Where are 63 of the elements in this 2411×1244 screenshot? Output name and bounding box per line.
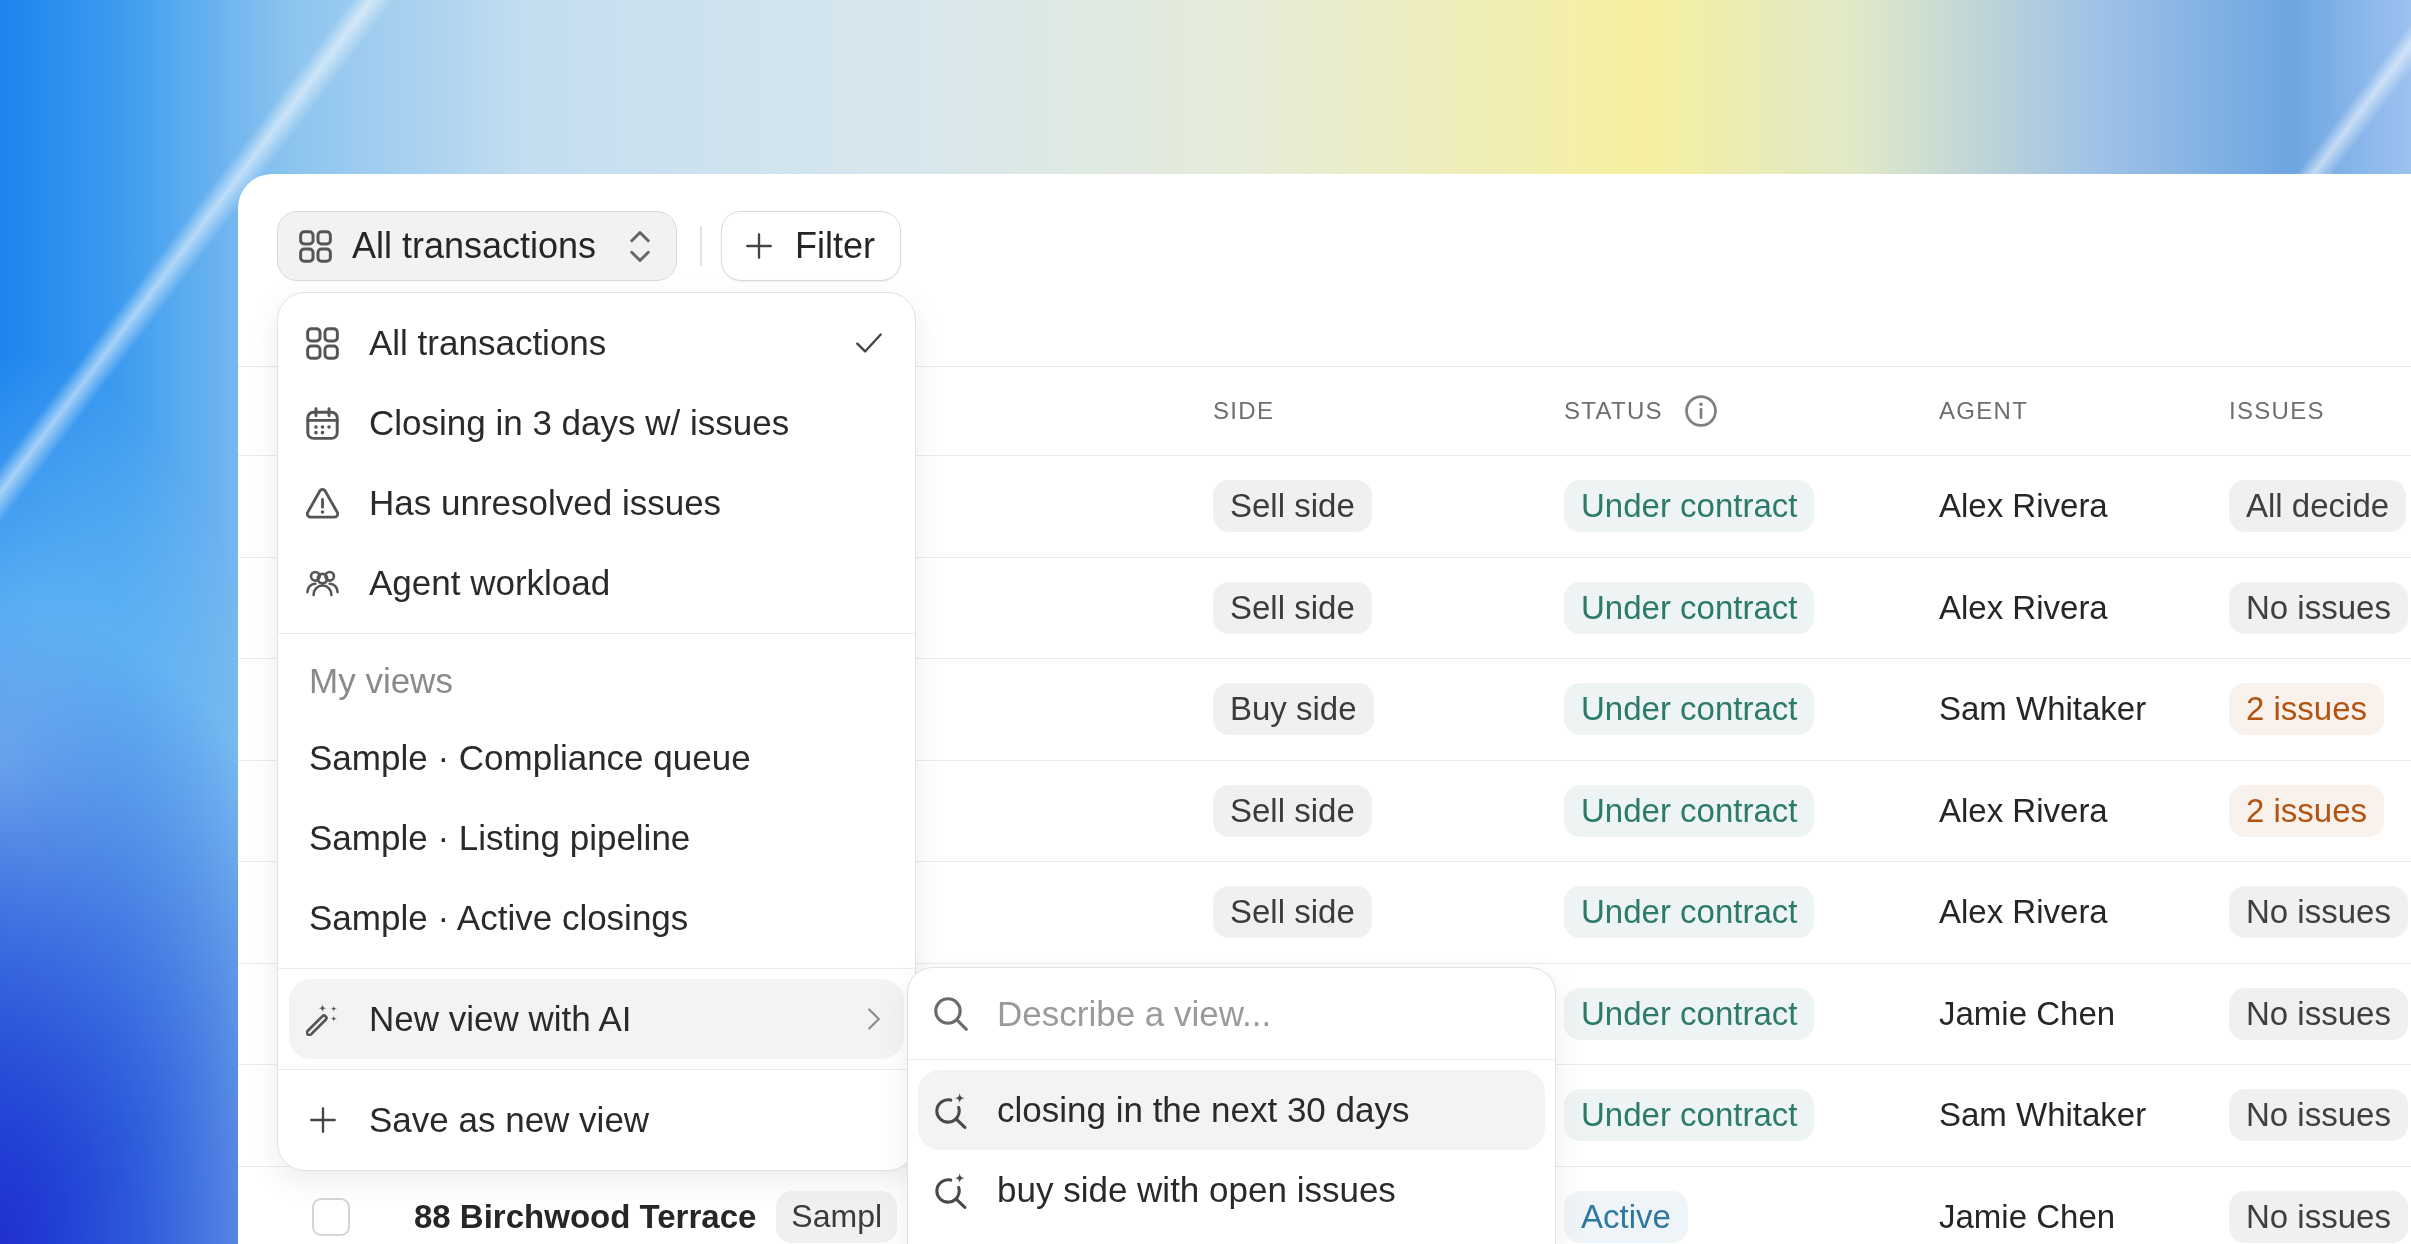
menu-item[interactable]: Agent workload: [289, 543, 904, 623]
side-tag: Sell side: [1213, 784, 1372, 837]
filter-button[interactable]: Filter: [721, 211, 902, 281]
status-tag: Under contract: [1564, 480, 1815, 533]
column-header: AGENT: [1939, 397, 2029, 425]
agent-name: Sam Whitaker: [1939, 1096, 2147, 1135]
suggestion-item[interactable]: closing in the next 30 days: [918, 1070, 1545, 1150]
suggestion-item[interactable]: buy side with open issues: [918, 1150, 1545, 1230]
sparkle-search-icon: [935, 1171, 967, 1209]
status-tag: Under contract: [1564, 581, 1815, 634]
search-icon: [934, 996, 968, 1031]
side-tag: Buy side: [1213, 683, 1374, 736]
issues-tag: No issues: [2229, 1089, 2408, 1142]
issues-tag: No issues: [2229, 581, 2408, 634]
menu-item[interactable]: Closing in 3 days w/ issues: [289, 383, 904, 463]
menu-item[interactable]: Sample · Compliance queue: [289, 718, 904, 798]
sparkle-search-icon: [935, 1091, 967, 1129]
magic-wand-icon: [306, 1002, 339, 1036]
menu-item[interactable]: Save as new view: [289, 1080, 904, 1160]
status-tag: Under contract: [1564, 683, 1815, 736]
agent-name: Alex Rivera: [1939, 487, 2108, 526]
property-address: 88 Birchwood Terrace: [414, 1197, 757, 1236]
status-tag: Under contract: [1564, 784, 1815, 837]
issues-tag: No issues: [2229, 1190, 2408, 1243]
column-header: SIDE: [1213, 397, 1275, 425]
up-down-chevron-icon: [630, 229, 651, 263]
agent-name: Alex Rivera: [1939, 893, 2108, 932]
row-checkbox[interactable]: [312, 1197, 350, 1236]
issues-tag: No issues: [2229, 886, 2408, 939]
grid-icon: [306, 326, 339, 360]
menu-item[interactable]: Sample · Active closings: [289, 878, 904, 958]
side-tag: Sell side: [1213, 886, 1372, 939]
issues-tag: 2 issues: [2229, 784, 2385, 837]
column-header: STATUS: [1564, 397, 1663, 425]
issues-tag: No issues: [2229, 987, 2408, 1040]
column-header: ISSUES: [2229, 397, 2325, 425]
agent-name: Jamie Chen: [1939, 994, 2116, 1033]
agent-name: Alex Rivera: [1939, 588, 2108, 627]
issues-tag: All decide: [2229, 480, 2407, 533]
menu-item[interactable]: Has unresolved issues: [289, 463, 904, 543]
grid-icon: [299, 229, 332, 263]
agent-name: Jamie Chen: [1939, 1197, 2116, 1236]
warning-icon: [306, 486, 339, 520]
plus-icon: [310, 1107, 336, 1133]
agent-name: Sam Whitaker: [1939, 690, 2147, 729]
menu-item[interactable]: All transactions: [289, 303, 904, 383]
section-heading: My views: [308, 660, 454, 702]
issues-tag: 2 issues: [2229, 683, 2385, 736]
status-tag: Under contract: [1564, 1089, 1815, 1142]
agent-name: Alex Rivera: [1939, 791, 2108, 830]
side-tag: Sell side: [1213, 480, 1372, 533]
sample-tag: Sampl: [776, 1190, 898, 1243]
plus-icon: [746, 233, 773, 259]
status-tag: Under contract: [1564, 886, 1815, 939]
view-selector-button[interactable]: All transactions: [277, 211, 678, 281]
calendar-icon: [306, 406, 339, 440]
menu-item[interactable]: New view with AI: [289, 979, 904, 1059]
status-tag: Under contract: [1564, 987, 1815, 1040]
status-tag: Active: [1564, 1190, 1688, 1243]
search-field[interactable]: Describe a view...: [997, 988, 1535, 1039]
side-tag: Sell side: [1213, 581, 1372, 634]
chevron-right-icon: [868, 1008, 880, 1030]
menu-item[interactable]: Sample · Listing pipeline: [289, 798, 904, 878]
